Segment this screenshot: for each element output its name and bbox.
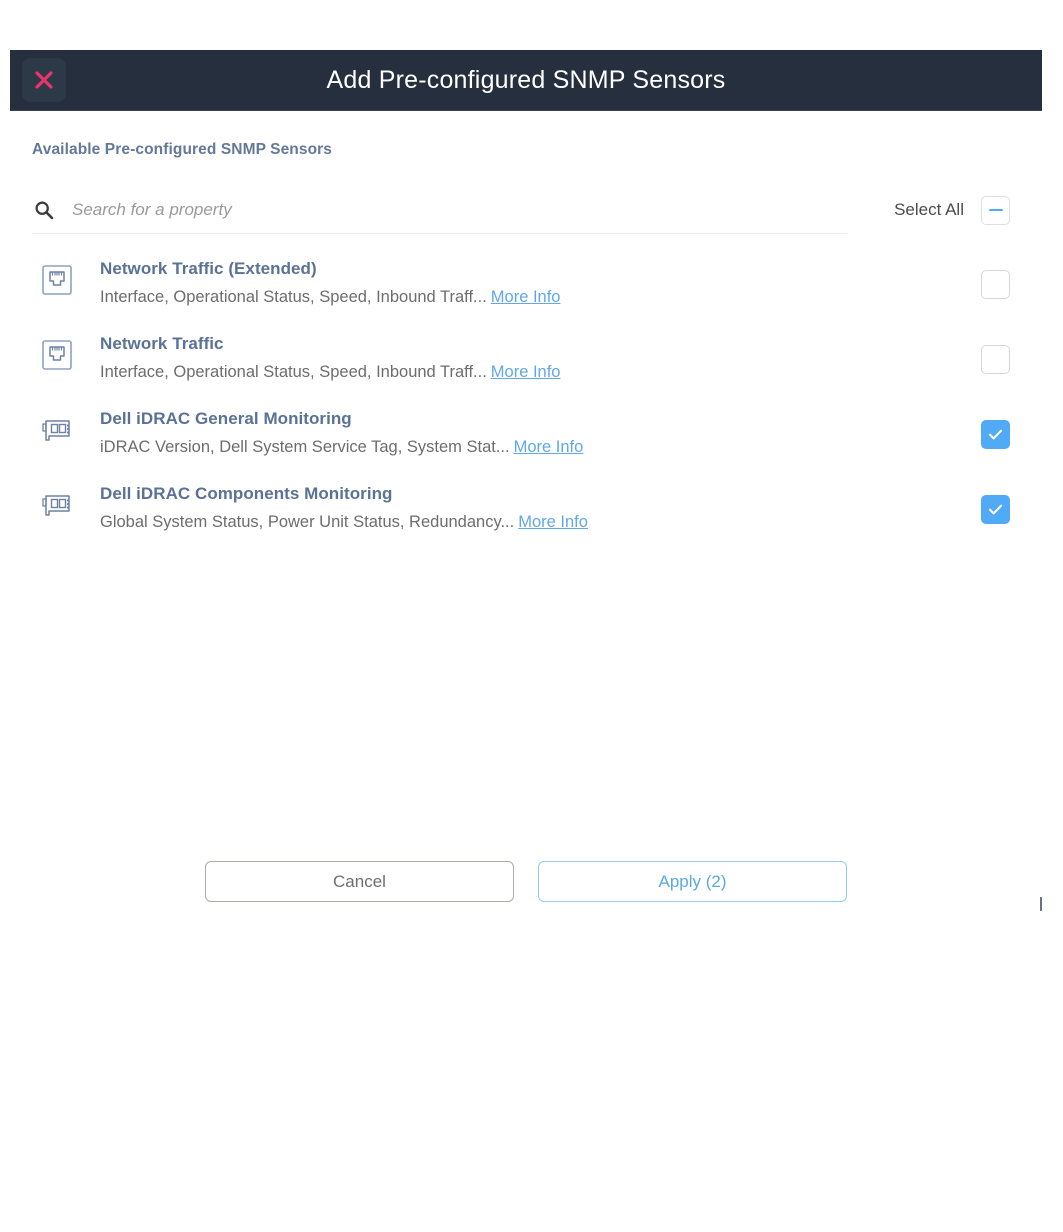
more-info-link[interactable]: More Info (491, 288, 561, 306)
sensor-row[interactable]: Dell iDRAC Components Monitoring Global … (32, 480, 1020, 555)
dialog-title: Add Pre-configured SNMP Sensors (326, 65, 726, 94)
panel-edge-marker (1040, 897, 1042, 911)
dialog-footer: Cancel Apply (2) (32, 861, 1020, 902)
sensor-text: Network Traffic (Extended) Interface, Op… (80, 255, 981, 310)
search-field-container[interactable] (32, 187, 847, 234)
checkmark-icon (988, 429, 1003, 439)
sensor-title: Dell iDRAC Components Monitoring (100, 484, 393, 503)
sensor-text: Network Traffic Interface, Operational S… (80, 330, 981, 385)
expansion-card-icon (34, 480, 80, 522)
sensor-title: Dell iDRAC General Monitoring (100, 409, 352, 428)
sensor-checkbox[interactable] (981, 419, 1010, 449)
more-info-link[interactable]: More Info (514, 438, 584, 456)
more-info-link[interactable]: More Info (518, 513, 588, 531)
select-all-label: Select All (894, 200, 964, 219)
sensor-checkbox[interactable] (981, 494, 1010, 524)
sensor-description-text: Global System Status, Power Unit Status,… (100, 513, 515, 531)
sensor-text: Dell iDRAC General Monitoring iDRAC Vers… (80, 405, 981, 460)
expansion-card-icon (34, 405, 80, 447)
sensor-checkbox-wrap (981, 330, 1010, 388)
sensor-list: Network Traffic (Extended) Interface, Op… (32, 255, 1020, 555)
search-row: Select All (32, 187, 1020, 234)
cancel-button[interactable]: Cancel (205, 861, 514, 902)
sensor-row[interactable]: Network Traffic (Extended) Interface, Op… (32, 255, 1020, 330)
sensor-description: iDRAC Version, Dell System Service Tag, … (100, 434, 981, 460)
sensor-description-text: Interface, Operational Status, Speed, In… (100, 288, 487, 306)
sensor-description: Interface, Operational Status, Speed, In… (100, 284, 981, 310)
sensor-description-text: Interface, Operational Status, Speed, In… (100, 363, 487, 381)
sensor-title: Network Traffic (Extended) (100, 259, 317, 278)
sensor-checkbox-wrap (981, 405, 1010, 463)
more-info-link[interactable]: More Info (491, 363, 561, 381)
add-snmp-sensors-dialog: Add Pre-configured SNMP Sensors Availabl… (10, 50, 1042, 902)
dialog-titlebar: Add Pre-configured SNMP Sensors (10, 50, 1042, 111)
dialog-body: Available Pre-configured SNMP Sensors Se… (10, 111, 1042, 902)
select-all-checkbox[interactable] (981, 195, 1010, 225)
search-input[interactable] (72, 199, 847, 220)
ethernet-port-icon (34, 255, 80, 297)
sensor-row[interactable]: Dell iDRAC General Monitoring iDRAC Vers… (32, 405, 1020, 480)
sensor-title: Network Traffic (100, 334, 224, 353)
sensor-description-text: iDRAC Version, Dell System Service Tag, … (100, 438, 510, 456)
close-x-icon (33, 69, 55, 91)
sensor-row[interactable]: Network Traffic Interface, Operational S… (32, 330, 1020, 405)
ethernet-port-icon (34, 330, 80, 372)
indeterminate-dash-icon (988, 208, 1003, 212)
close-button[interactable] (22, 58, 66, 102)
sensor-checkbox[interactable] (981, 344, 1010, 374)
sensor-checkbox-wrap (981, 480, 1010, 538)
sensor-text: Dell iDRAC Components Monitoring Global … (80, 480, 981, 535)
sensor-description: Global System Status, Power Unit Status,… (100, 509, 981, 535)
select-all-control[interactable]: Select All (894, 195, 1020, 225)
sensor-checkbox-wrap (981, 255, 1010, 313)
search-icon (34, 200, 54, 220)
sensor-description: Interface, Operational Status, Speed, In… (100, 359, 981, 385)
section-heading: Available Pre-configured SNMP Sensors (32, 141, 333, 158)
sensor-checkbox[interactable] (981, 269, 1010, 299)
apply-button[interactable]: Apply (2) (538, 861, 847, 902)
checkmark-icon (988, 504, 1003, 514)
